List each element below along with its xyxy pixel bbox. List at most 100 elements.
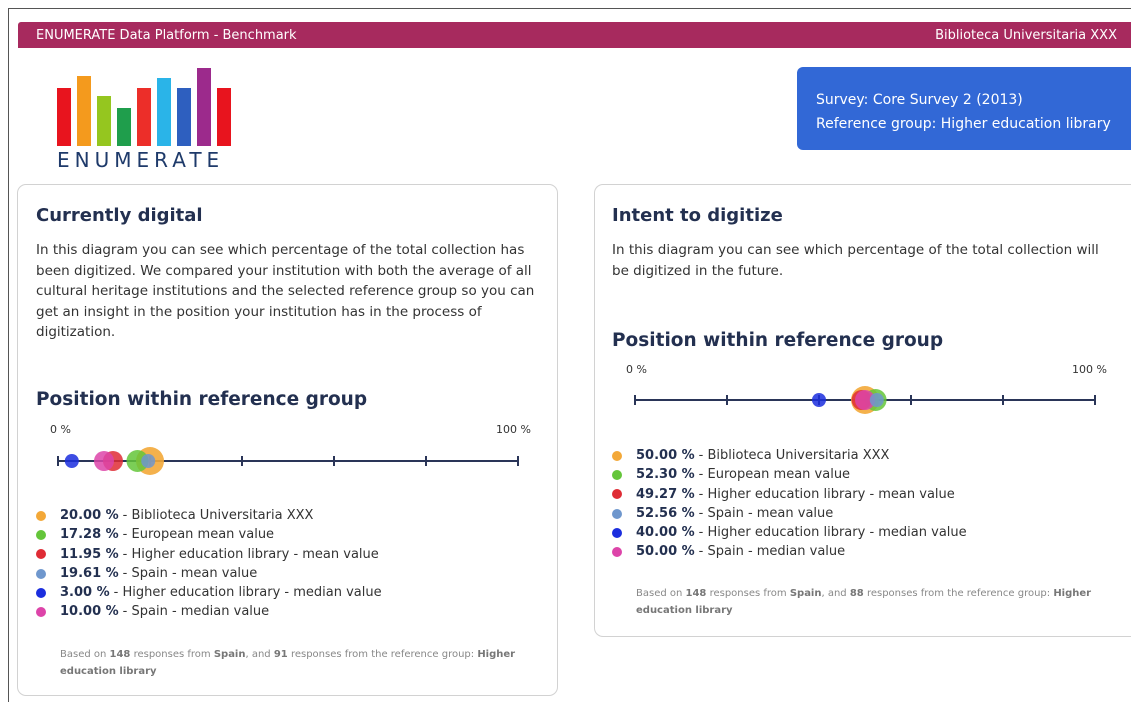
legend-item: 40.00 % - Higher education library - med…: [612, 523, 967, 542]
marker-country-mean[interactable]: [869, 393, 884, 407]
note-ref-responses: 91: [273, 649, 288, 660]
marker-ref-median[interactable]: [64, 454, 79, 468]
note-text: responses from the reference group:: [287, 649, 478, 660]
legend-value: 19.61 %: [60, 565, 119, 581]
panel-intent-to-digitize: Intent to digitize In this diagram you c…: [594, 184, 1131, 637]
legend-label: - Higher education library - mean value: [122, 546, 379, 562]
legend-value: 52.56 %: [636, 505, 695, 521]
logo-bar: [157, 78, 171, 146]
note-text: , and: [245, 649, 274, 660]
legend-dot-icon: [36, 510, 46, 521]
legend-label: - Spain - median value: [122, 604, 270, 620]
panel-title: Currently digital: [36, 205, 203, 226]
legend-label: - Higher education library - median valu…: [698, 525, 967, 541]
note-text: Based on: [636, 588, 686, 599]
legend: 20.00 % - Biblioteca Universitaria XXX 17…: [36, 506, 382, 622]
legend-dot-icon: [36, 529, 46, 540]
panel-description: In this diagram you can see which percen…: [36, 242, 535, 340]
legend-value: 17.28 %: [60, 527, 119, 543]
survey-line: Survey: Core Survey 2 (2013): [816, 92, 1023, 108]
legend-value: 3.00 %: [60, 585, 110, 601]
legend-label: - Higher education library - mean value: [698, 486, 955, 502]
legend-dot-icon: [36, 607, 46, 618]
source-note: Based on 148 responses from Spain, and 9…: [60, 646, 520, 680]
logo-wordmark: ENUMERATE: [57, 148, 225, 172]
legend-item: 17.28 % - European mean value: [36, 525, 382, 544]
legend-item: 10.00 % - Spain - median value: [36, 602, 382, 621]
note-text: , and: [821, 588, 850, 599]
top-bar: ENUMERATE Data Platform - Benchmark Bibl…: [18, 22, 1131, 48]
logo-bar: [217, 88, 231, 146]
legend-value: 20.00 %: [60, 508, 119, 523]
note-text: responses from the reference group:: [863, 588, 1054, 599]
legend-item: 49.27 % - Higher education library - mea…: [612, 485, 967, 504]
position-track: [634, 386, 1096, 414]
reference-group-line: Reference group: Higher education librar…: [816, 116, 1111, 132]
legend-item: 52.30 % - European mean value: [612, 465, 967, 484]
legend-value: 49.27 %: [636, 486, 695, 502]
position-track: [57, 447, 519, 475]
axis-min-label: 0 %: [626, 363, 647, 376]
marker-country-median[interactable]: [94, 451, 114, 471]
logo-bar: [137, 88, 151, 146]
logo-bar: [97, 96, 111, 146]
logo-bar: [177, 88, 191, 146]
legend-value: 10.00 %: [60, 604, 119, 620]
note-country: Spain: [789, 588, 822, 599]
legend-value: 40.00 %: [636, 525, 695, 541]
marker-country-mean[interactable]: [141, 454, 156, 468]
panel-description: In this diagram you can see which percen…: [612, 242, 1099, 279]
legend-dot-icon: [612, 527, 622, 538]
legend-item: 3.00 % - Higher education library - medi…: [36, 583, 382, 602]
note-text: Based on: [60, 649, 110, 660]
app-title: ENUMERATE Data Platform - Benchmark: [36, 27, 297, 43]
survey-info-box: Survey: Core Survey 2 (2013) Reference g…: [797, 67, 1131, 150]
axis-max-label: 100 %: [496, 423, 531, 436]
axis-min-label: 0 %: [50, 423, 71, 436]
legend-item: 52.56 % - Spain - mean value: [612, 504, 967, 523]
legend-dot-icon: [36, 549, 46, 560]
legend-label: - Biblioteca Universitaria XXX: [698, 448, 890, 463]
legend-dot-icon: [36, 568, 46, 579]
window-frame-top: [8, 8, 1131, 9]
marker-ref-median[interactable]: [812, 393, 826, 407]
panel-currently-digital: Currently digital In this diagram you ca…: [17, 184, 558, 696]
legend: 50.00 % - Biblioteca Universitaria XXX 52…: [612, 446, 967, 562]
legend-label: - Spain - mean value: [122, 565, 258, 581]
logo-bar: [57, 88, 71, 146]
legend-value: 50.00 %: [636, 544, 695, 560]
legend-value: 50.00 %: [636, 448, 695, 463]
legend-label: - European mean value: [698, 467, 851, 483]
position-title: Position within reference group: [36, 389, 368, 410]
legend-dot-icon: [612, 547, 622, 558]
note-text: responses from: [706, 588, 790, 599]
legend-label: - European mean value: [122, 527, 275, 543]
logo-bar: [77, 76, 91, 146]
axis-max-label: 100 %: [1072, 363, 1107, 376]
note-ref-responses: 88: [849, 588, 864, 599]
note-text: responses from: [130, 649, 214, 660]
note-responses: 148: [109, 649, 131, 660]
legend-label: - Biblioteca Universitaria XXX: [122, 508, 314, 523]
legend-value: 11.95 %: [60, 546, 119, 562]
institution-name: Biblioteca Universitaria XXX: [935, 27, 1117, 43]
legend-label: - Spain - mean value: [698, 505, 834, 521]
legend-value: 52.30 %: [636, 467, 695, 483]
legend-dot-icon: [612, 489, 622, 500]
panel-title: Intent to digitize: [612, 205, 783, 226]
legend-dot-icon: [612, 450, 622, 461]
legend-dot-icon: [36, 587, 46, 598]
legend-item: 19.61 % - Spain - mean value: [36, 564, 382, 583]
legend-item: 50.00 % - Biblioteca Universitaria XXX: [612, 446, 967, 465]
window-frame-left: [8, 8, 9, 702]
legend-dot-icon: [612, 508, 622, 519]
legend-label: - Spain - median value: [698, 544, 846, 560]
legend-item: 20.00 % - Biblioteca Universitaria XXX: [36, 506, 382, 525]
source-note: Based on 148 responses from Spain, and 8…: [636, 585, 1096, 619]
legend-dot-icon: [612, 469, 622, 480]
note-responses: 148: [685, 588, 707, 599]
logo-bar: [117, 108, 131, 146]
legend-item: 11.95 % - Higher education library - mea…: [36, 545, 382, 564]
position-title: Position within reference group: [612, 330, 944, 351]
legend-item: 50.00 % - Spain - median value: [612, 542, 967, 561]
